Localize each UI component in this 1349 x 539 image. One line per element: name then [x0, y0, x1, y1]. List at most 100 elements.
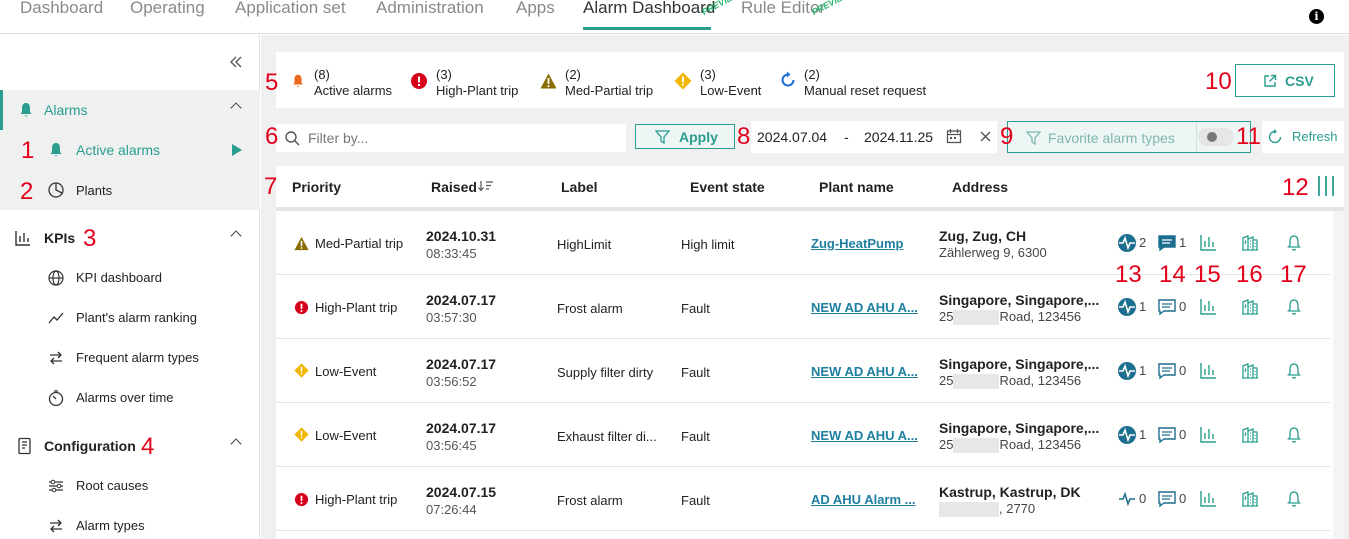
filter-input[interactable]: Filter by... — [276, 124, 626, 152]
date-to[interactable]: 2024.11.25 — [864, 129, 933, 145]
building-icon[interactable] — [1240, 425, 1260, 445]
summary-count: (3) — [700, 67, 716, 82]
sidebar-item-alarms-over-time[interactable]: Alarms over time — [0, 378, 260, 418]
collapse-sidebar-icon[interactable] — [229, 55, 243, 69]
cell-plant-link[interactable]: NEW AD AHU A... — [811, 300, 918, 315]
comment-icon[interactable] — [1157, 297, 1177, 317]
activity-icon[interactable] — [1117, 233, 1137, 253]
error-icon — [411, 73, 427, 89]
cell-plant-link[interactable]: Zug-HeatPump — [811, 236, 903, 251]
activity-count: 1 — [1139, 363, 1147, 378]
bell-icon[interactable] — [1284, 297, 1304, 317]
chevron-up-icon[interactable] — [230, 438, 242, 450]
chevron-up-icon[interactable] — [230, 230, 242, 242]
tab-apps[interactable]: Apps — [516, 0, 555, 18]
bell-icon[interactable] — [1284, 425, 1304, 445]
column-header-priority[interactable]: Priority — [292, 179, 341, 195]
sliders-icon — [49, 479, 63, 493]
column-header-label[interactable]: Label — [561, 179, 598, 195]
tab-administration[interactable]: Administration — [376, 0, 484, 18]
cell-plant-link[interactable]: AD AHU Alarm ... — [811, 492, 916, 507]
date-from[interactable]: 2024.07.04 — [757, 129, 827, 145]
sidebar-item-plants-alarm-ranking[interactable]: Plant's alarm ranking — [0, 298, 260, 338]
activity-icon[interactable] — [1117, 297, 1137, 317]
sidebar-item-label: Alarms over time — [76, 390, 174, 405]
csv-export-button[interactable]: CSV — [1235, 64, 1335, 97]
redacted-address — [953, 310, 1000, 326]
bell-icon[interactable] — [1284, 233, 1304, 253]
warning-icon — [540, 73, 557, 89]
sidebar-item-kpi-dashboard[interactable]: KPI dashboard — [0, 258, 260, 298]
sidebar-section-kpis[interactable]: KPIs — [0, 218, 260, 258]
building-icon[interactable] — [1240, 233, 1260, 253]
sidebar-section-alarms[interactable]: Alarms — [0, 90, 260, 130]
annotation-4: 4 — [141, 433, 155, 460]
bell-icon[interactable] — [1284, 361, 1304, 381]
sidebar-item-frequent-alarm-types[interactable]: Frequent alarm types — [0, 338, 260, 378]
sort-descending-icon[interactable] — [478, 180, 494, 192]
refresh-label: Refresh — [1292, 129, 1338, 144]
bar-chart-icon[interactable] — [1198, 361, 1218, 381]
comment-icon[interactable] — [1157, 233, 1177, 253]
annotation-11: 11 — [1236, 123, 1261, 150]
sidebar-section-configuration[interactable]: Configuration — [0, 426, 260, 466]
sidebar-item-alarm-types[interactable]: Alarm types — [0, 506, 260, 539]
building-icon[interactable] — [1240, 489, 1260, 509]
building-icon[interactable] — [1240, 297, 1260, 317]
bar-chart-icon[interactable] — [1198, 489, 1218, 509]
apply-button[interactable]: Apply — [635, 124, 735, 149]
address-line2-suffix: , 2770 — [999, 501, 1036, 516]
column-header-plant-name[interactable]: Plant name — [819, 179, 894, 195]
activity-icon[interactable] — [1117, 361, 1137, 381]
column-header-address[interactable]: Address — [952, 179, 1008, 195]
calendar-icon[interactable] — [946, 128, 962, 144]
comment-icon[interactable] — [1157, 489, 1177, 509]
sidebar-item-plants[interactable]: Plants — [0, 170, 260, 210]
trend-line-icon — [48, 312, 64, 324]
chevron-up-icon[interactable] — [230, 102, 242, 114]
activity-icon[interactable] — [1117, 425, 1137, 445]
column-header-raised[interactable]: Raised — [431, 179, 477, 195]
comment-icon[interactable] — [1157, 425, 1177, 445]
column-header-event-state[interactable]: Event state — [690, 179, 765, 195]
summary-high-plant-trip[interactable]: (3) High-Plant trip — [411, 67, 518, 99]
cell-event-state: Fault — [681, 493, 710, 508]
scrollbar[interactable] — [1333, 211, 1344, 539]
bell-icon — [50, 143, 62, 157]
summary-manual-reset-request[interactable]: (2) Manual reset request — [779, 67, 926, 99]
activity-icon[interactable] — [1117, 489, 1137, 509]
cell-event-state: High limit — [681, 237, 735, 252]
top-navigation: Dashboard Operating Application set Admi… — [0, 0, 1349, 34]
favorite-toggle[interactable] — [1198, 128, 1234, 146]
redacted-address — [953, 438, 1000, 454]
column-settings-icon[interactable] — [1317, 175, 1335, 197]
info-icon[interactable]: i — [1309, 9, 1324, 24]
cell-priority: Low-Event — [315, 364, 377, 379]
sidebar-item-root-causes[interactable]: Root causes — [0, 466, 260, 506]
annotation-10: 10 — [1205, 68, 1232, 95]
bar-chart-icon[interactable] — [1198, 425, 1218, 445]
date-range-picker[interactable]: 2024.07.04 - 2024.11.25 — [751, 121, 997, 153]
building-icon[interactable] — [1240, 361, 1260, 381]
comment-icon[interactable] — [1157, 361, 1177, 381]
address-line2-prefix: 25 — [939, 373, 954, 388]
sidebar-kpis-label: KPIs — [44, 230, 76, 246]
bell-icon[interactable] — [1284, 489, 1304, 509]
tab-operating[interactable]: Operating — [130, 0, 205, 18]
cell-plant-link[interactable]: NEW AD AHU A... — [811, 428, 918, 443]
summary-med-partial-trip[interactable]: (2) Med-Partial trip — [540, 67, 653, 99]
summary-count: (3) — [436, 67, 452, 82]
sidebar-item-active-alarms[interactable]: Active alarms — [0, 130, 260, 170]
refresh-button[interactable]: Refresh — [1262, 121, 1344, 153]
bar-chart-icon[interactable] — [1198, 233, 1218, 253]
cell-plant-link[interactable]: NEW AD AHU A... — [811, 364, 918, 379]
summary-low-event[interactable]: (3) Low-Event — [674, 67, 761, 99]
tab-application-set[interactable]: Application set — [235, 0, 346, 18]
clear-date-icon[interactable] — [980, 131, 991, 142]
tab-dashboard[interactable]: Dashboard — [20, 0, 103, 18]
tab-alarm-dashboard[interactable]: Alarm Dashboard — [583, 0, 715, 18]
caret-right-icon — [232, 144, 242, 156]
cell-event-state: Fault — [681, 301, 710, 316]
summary-active-alarms[interactable]: (8) Active alarms — [290, 67, 392, 99]
bar-chart-icon[interactable] — [1198, 297, 1218, 317]
